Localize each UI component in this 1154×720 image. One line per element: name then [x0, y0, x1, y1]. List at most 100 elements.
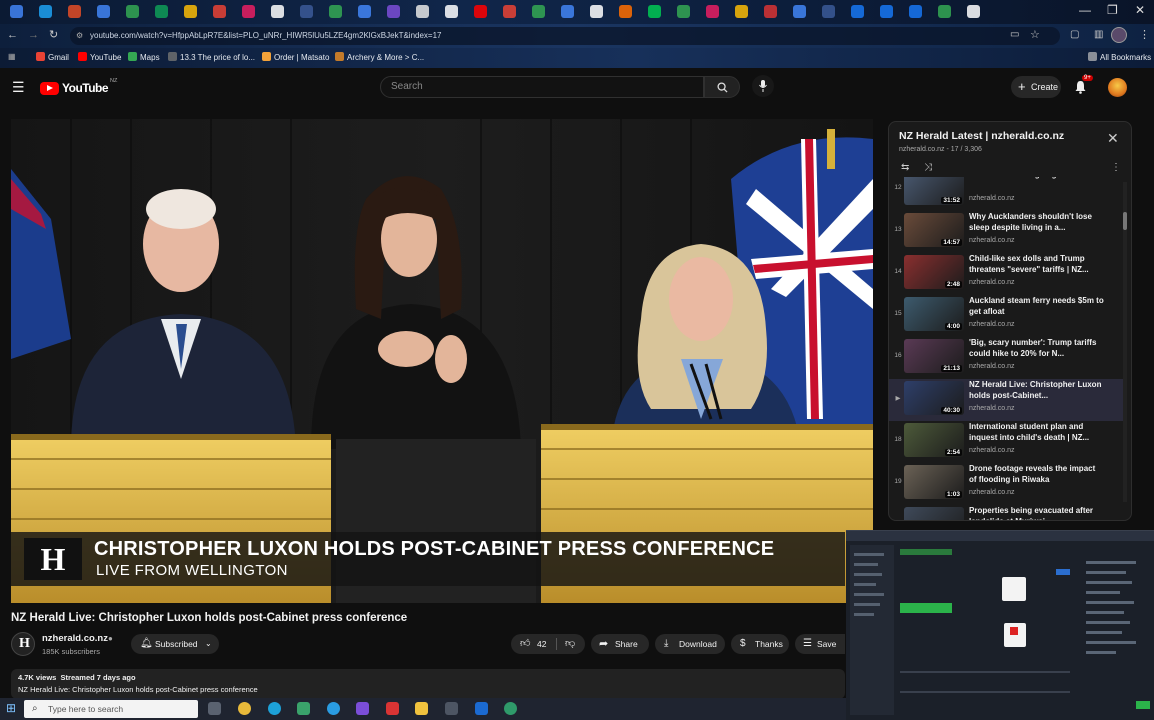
reload-icon[interactable]: ↻	[49, 28, 58, 41]
apps-icon[interactable]: ▦	[8, 52, 16, 61]
channel-name[interactable]: nzherald.co.nz	[42, 633, 108, 644]
playlist-item-title[interactable]: NZ Herald Live: Christopher Luxon holds …	[969, 379, 1104, 403]
playlist-item[interactable]: 13 14:57 Why Aucklanders shouldn't lose sl…	[889, 211, 1125, 253]
browser-tab-icon[interactable]	[561, 5, 574, 18]
notifications-button[interactable]: 9+	[1074, 75, 1093, 94]
chrome-icon[interactable]	[238, 702, 251, 715]
loop-icon[interactable]: ⇆	[901, 162, 909, 173]
playlist-thumbnail[interactable]: 14:57	[904, 213, 964, 247]
browser-tab-icon[interactable]	[68, 5, 81, 18]
outlook-icon[interactable]	[475, 702, 488, 715]
task-view-icon[interactable]	[208, 702, 221, 715]
browser-tab-icon[interactable]	[677, 5, 690, 18]
bookmark-maps[interactable]: Maps	[128, 52, 160, 62]
browser-tab-icon[interactable]	[300, 5, 313, 18]
playlist-thumbnail[interactable]: 40:30	[904, 381, 964, 415]
browser-tab-icon[interactable]	[474, 5, 487, 18]
playlist-item-active[interactable]: ▶ 40:30 NZ Herald Live: Christopher Luxon …	[889, 379, 1125, 421]
playlist-item-title[interactable]: Madison host on going it alon...	[969, 177, 1104, 193]
app-icon[interactable]	[297, 702, 310, 715]
subscribed-button[interactable]: 🔔︎ Subscribed ⌄	[131, 634, 219, 654]
playlist-item[interactable]: 15 4:00 Auckland steam ferry needs $5m to …	[889, 295, 1125, 337]
shuffle-icon[interactable]: ⤨	[924, 162, 932, 173]
close-playlist-icon[interactable]: ✕	[1107, 130, 1119, 147]
browser-tab-icon[interactable]	[387, 5, 400, 18]
playlist-item-title[interactable]: Why Aucklanders shouldn't lose sleep des…	[969, 211, 1104, 235]
playlist-thumbnail[interactable]: 4:00	[904, 297, 964, 331]
search-button[interactable]	[704, 76, 740, 98]
playlist-item[interactable]: 14 2:48 Child-like sex dolls and Trump thr…	[889, 253, 1125, 295]
browser-tab-icon[interactable]	[793, 5, 806, 18]
site-info-icon[interactable]: ⚙	[76, 27, 83, 45]
address-bar[interactable]: ⚙ youtube.com/watch?v=HfppAbLpR7E&list=P…	[70, 27, 1060, 45]
search-input[interactable]: Search	[380, 76, 704, 98]
close-window-icon[interactable]: ✕	[1135, 3, 1145, 17]
browser-tab-icon[interactable]	[706, 5, 719, 18]
playlist-thumbnail[interactable]: 1:04	[904, 507, 964, 520]
app-green-icon[interactable]	[504, 702, 517, 715]
calculator-icon[interactable]	[445, 702, 458, 715]
bookmark-price[interactable]: 13.3 The price of lo...	[168, 52, 255, 62]
youtube-logo[interactable]: YouTube NZ	[40, 78, 120, 98]
playlist-scrollbar[interactable]	[1123, 182, 1127, 502]
playlist-thumbnail[interactable]: 21:13	[904, 339, 964, 373]
playlist-item-title[interactable]: 'Big, scary number': Trump tariffs could…	[969, 337, 1104, 361]
browser-tab-icon[interactable]	[590, 5, 603, 18]
browser-tab-icon[interactable]	[735, 5, 748, 18]
channel-avatar[interactable]: H	[11, 632, 35, 656]
browser-tab-icon[interactable]	[532, 5, 545, 18]
bookmark-archery[interactable]: Archery & More > C...	[335, 52, 424, 62]
telegram-icon[interactable]	[327, 702, 340, 715]
thanks-button[interactable]: $ Thanks	[731, 634, 789, 654]
browser-tab-icon[interactable]	[242, 5, 255, 18]
browser-tab-icon[interactable]	[184, 5, 197, 18]
playlist-item[interactable]: 12 31:52 Madison host on going it alon... n…	[889, 177, 1125, 211]
browser-tab-icon[interactable]	[938, 5, 951, 18]
browser-tab-icon[interactable]	[126, 5, 139, 18]
playlist-item-title[interactable]: International student plan and inquest i…	[969, 421, 1104, 445]
browser-tab-icon[interactable]	[329, 5, 342, 18]
hamburger-menu-icon[interactable]: ☰	[12, 79, 25, 96]
app-red-icon[interactable]	[386, 702, 399, 715]
playlist-item-title[interactable]: Drone footage reveals the impact of floo…	[969, 463, 1104, 487]
download-button[interactable]: ⤓ Download	[655, 634, 725, 654]
playlist-item-title[interactable]: Child-like sex dolls and Trump threatens…	[969, 253, 1104, 277]
playlist-item[interactable]: 19 1:03 Drone footage reveals the impact o…	[889, 463, 1125, 505]
account-avatar[interactable]	[1108, 78, 1127, 97]
playlist-item[interactable]: 16 21:13 'Big, scary number': Trump tariff…	[889, 337, 1125, 379]
browser-tab-icon[interactable]	[880, 5, 893, 18]
minimize-icon[interactable]: —	[1079, 3, 1091, 17]
playlist-item-title[interactable]: Properties being evacuated after landsli…	[969, 505, 1104, 520]
maximize-icon[interactable]: ❐	[1107, 3, 1118, 17]
browser-tab-icon[interactable]	[416, 5, 429, 18]
browser-tab-icon[interactable]	[445, 5, 458, 18]
playlist-menu-icon[interactable]: ⋮	[1111, 162, 1121, 173]
browser-tab-icon[interactable]	[851, 5, 864, 18]
playlist-thumbnail[interactable]: 31:52	[904, 177, 964, 205]
browser-tab-icon[interactable]	[619, 5, 632, 18]
browser-tab-icon[interactable]	[967, 5, 980, 18]
share-button[interactable]: ➦ Share	[591, 634, 649, 654]
bookmark-youtube[interactable]: YouTube	[78, 52, 121, 62]
edge-icon[interactable]	[268, 702, 281, 715]
bookmark-matsato[interactable]: Order | Matsato	[262, 52, 329, 62]
back-icon[interactable]: ←	[7, 29, 18, 41]
scrollbar-thumb[interactable]	[1123, 212, 1127, 230]
forward-icon[interactable]: →	[28, 29, 39, 41]
file-explorer-icon[interactable]	[415, 702, 428, 715]
profile-avatar[interactable]	[1111, 27, 1127, 43]
browser-tab-icon[interactable]	[648, 5, 661, 18]
cast-icon[interactable]: ▭	[1010, 29, 1019, 40]
browser-menu-icon[interactable]: ⋮	[1139, 28, 1150, 41]
browser-tab-icon[interactable]	[97, 5, 110, 18]
browser-tab-icon[interactable]	[909, 5, 922, 18]
like-count[interactable]: 42	[537, 634, 546, 654]
browser-tab-icon[interactable]	[39, 5, 52, 18]
browser-tab-icon[interactable]	[10, 5, 23, 18]
voice-search-button[interactable]	[752, 75, 774, 97]
playlist-item-title[interactable]: Auckland steam ferry needs $5m to get af…	[969, 295, 1104, 319]
description-box[interactable]: 4.7K views Streamed 7 days ago NZ Herald…	[11, 669, 845, 699]
side-panel-icon[interactable]: ▥	[1094, 29, 1103, 40]
dislike-icon[interactable]: 👎︎	[565, 634, 575, 654]
save-button[interactable]: ☰ Save	[795, 634, 845, 654]
